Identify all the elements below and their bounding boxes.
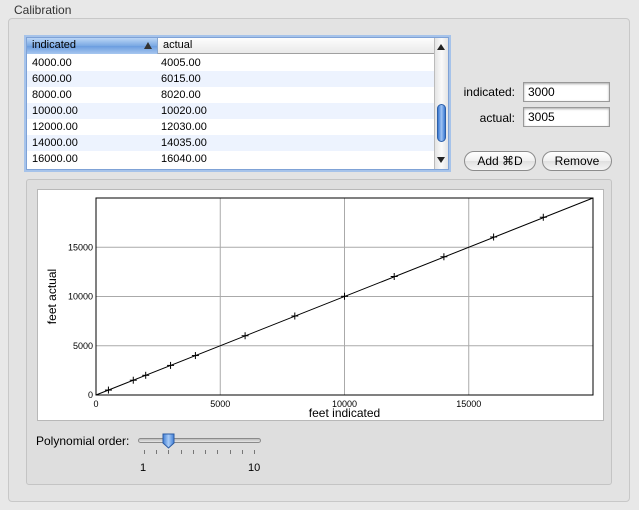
y-tick-label: 10000 (68, 292, 93, 302)
scroll-up-arrow-icon[interactable] (437, 44, 445, 50)
indicated-cell: 4000.00 (32, 57, 72, 69)
polynomial-order-slider-knob[interactable] (162, 433, 175, 449)
indicated-cell: 14000.00 (32, 137, 78, 149)
indicated-label: indicated: (463, 85, 515, 99)
data-point (341, 292, 348, 300)
data-point (241, 332, 249, 340)
data-point (490, 233, 498, 241)
data-point (539, 213, 547, 221)
indicated-input[interactable] (523, 82, 610, 102)
table-vertical-scrollbar[interactable] (434, 38, 448, 169)
slider-tick (229, 450, 231, 454)
column-header-indicated[interactable]: indicated (27, 38, 158, 54)
actual-cell: 14035.00 (161, 137, 207, 149)
actual-input[interactable] (523, 107, 610, 127)
slider-tick (192, 450, 194, 454)
table-row[interactable]: 16000.00 16040.00 (27, 151, 436, 167)
table-row[interactable]: 4000.00 4005.00 (27, 55, 436, 71)
data-point (440, 253, 448, 261)
data-point (390, 273, 398, 281)
data-point (191, 352, 199, 360)
actual-cell: 16040.00 (161, 153, 207, 165)
slider-tick (144, 450, 145, 454)
actual-label: actual: (479, 111, 515, 125)
slider-tick (254, 450, 255, 454)
slider-max-label: 10 (248, 462, 261, 474)
actual-cell: 8020.00 (161, 89, 201, 101)
y-tick-label: 5000 (73, 341, 93, 351)
slider-tick (205, 450, 207, 454)
calibration-group-title: Calibration (14, 3, 72, 17)
table-row[interactable]: 10000.00 10020.00 (27, 103, 436, 119)
data-point (167, 361, 175, 369)
slider-min-label: 1 (140, 462, 147, 474)
x-tick-label: 15000 (456, 399, 481, 409)
scroll-down-arrow-icon[interactable] (437, 157, 445, 163)
add-button[interactable]: Add ⌘D (464, 151, 536, 171)
x-tick-label: 0 (93, 399, 98, 409)
y-tick-label: 0 (88, 390, 93, 400)
data-point (104, 386, 112, 394)
polynomial-order-label: Polynomial order: (36, 434, 130, 448)
table-row[interactable]: 14000.00 14035.00 (27, 135, 436, 151)
indicated-cell: 16000.00 (32, 153, 78, 165)
indicated-cell: 6000.00 (32, 73, 72, 85)
indicated-cell: 10000.00 (32, 105, 78, 117)
remove-button[interactable]: Remove (542, 151, 612, 171)
polynomial-order-slider-track[interactable] (138, 438, 261, 443)
x-tick-label: 5000 (210, 399, 230, 409)
x-axis-label: feet indicated (309, 406, 380, 420)
slider-tick (156, 450, 158, 454)
sort-ascending-icon (144, 42, 152, 49)
data-point (291, 312, 299, 320)
slider-ticks (144, 450, 255, 455)
indicated-cell: 12000.00 (32, 121, 78, 133)
slider-tick (180, 450, 182, 454)
table-row[interactable]: 6000.00 6015.00 (27, 71, 436, 87)
indicated-cell: 8000.00 (32, 89, 72, 101)
actual-cell: 4005.00 (161, 57, 201, 69)
actual-cell: 6015.00 (161, 73, 201, 85)
column-header-actual[interactable]: actual (158, 38, 436, 54)
data-point (129, 376, 137, 384)
table-row[interactable]: 8000.00 8020.00 (27, 87, 436, 103)
actual-cell: 10020.00 (161, 105, 207, 117)
slider-tick (217, 450, 219, 454)
slider-tick (168, 450, 170, 454)
y-axis-label: feet actual (45, 269, 59, 324)
table-header: indicated actual (27, 38, 436, 54)
actual-cell: 12030.00 (161, 121, 207, 133)
table-row[interactable]: 12000.00 12030.00 (27, 119, 436, 135)
chart-svg: 0 5000 10000 15000050001000015000 feet indi… (45, 197, 594, 420)
table-body: 4000.00 4005.00 6000.00 6015.00 8000.00 802… (27, 55, 436, 167)
y-tick-label: 15000 (68, 242, 93, 252)
slider-knob-icon (162, 433, 175, 449)
slider-tick (241, 450, 243, 454)
calibration-chart: 0 5000 10000 15000 0 5000 10000 15000 feet indi… (37, 189, 604, 421)
data-point (142, 371, 150, 379)
calibration-table[interactable]: indicated actual 4000.00 4005.00 6000.00 6… (26, 37, 449, 170)
